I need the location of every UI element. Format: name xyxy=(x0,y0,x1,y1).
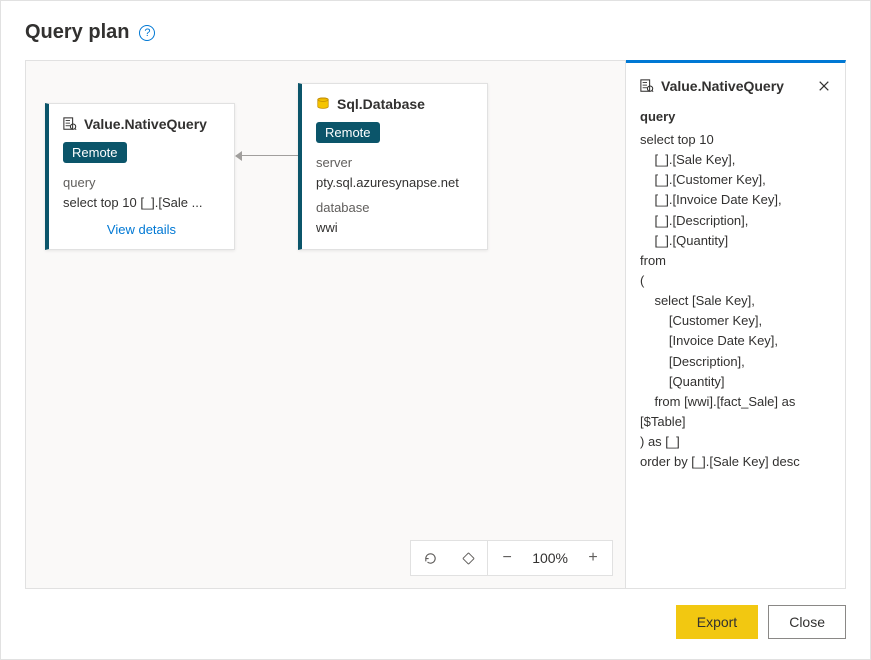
remote-badge: Remote xyxy=(63,142,127,163)
close-button[interactable]: Close xyxy=(768,605,846,639)
detail-header: Value.NativeQuery xyxy=(640,77,833,95)
query-value: select top 10 [_].[Sale ... xyxy=(63,193,220,213)
server-label: server xyxy=(316,153,473,173)
view-details-link[interactable]: View details xyxy=(63,222,220,237)
detail-query-text: select top 10 [_].[Sale Key], [_].[Custo… xyxy=(640,130,833,472)
node-title: Sql.Database xyxy=(316,96,473,112)
detail-title: Value.NativeQuery xyxy=(640,78,784,94)
dialog-footer: Export Close xyxy=(25,605,846,639)
node-title: Value.NativeQuery xyxy=(63,116,220,132)
reset-view-button[interactable] xyxy=(411,541,449,575)
node-field-database: database wwi xyxy=(316,198,473,237)
detail-section-label: query xyxy=(640,109,833,124)
detail-title-text: Value.NativeQuery xyxy=(661,78,784,94)
node-field-server: server pty.sql.azuresynapse.net xyxy=(316,153,473,192)
query-label: query xyxy=(63,173,220,193)
zoom-controls: − 100% + xyxy=(410,540,613,576)
close-detail-button[interactable] xyxy=(815,77,833,95)
node-field-query: query select top 10 [_].[Sale ... xyxy=(63,173,220,212)
dialog-header: Query plan ? xyxy=(25,21,846,44)
zoom-in-button[interactable]: + xyxy=(574,541,612,575)
main-area: Value.NativeQuery Remote query select to… xyxy=(25,60,846,589)
plan-canvas[interactable]: Value.NativeQuery Remote query select to… xyxy=(25,60,626,589)
node-title-text: Sql.Database xyxy=(337,96,425,112)
zoom-out-button[interactable]: − xyxy=(488,541,526,575)
node-value-nativequery[interactable]: Value.NativeQuery Remote query select to… xyxy=(45,103,235,250)
server-value: pty.sql.azuresynapse.net xyxy=(316,173,473,193)
database-label: database xyxy=(316,198,473,218)
export-button[interactable]: Export xyxy=(676,605,758,639)
fit-view-button[interactable] xyxy=(449,541,487,575)
node-sql-database[interactable]: Sql.Database Remote server pty.sql.azure… xyxy=(298,83,488,250)
node-title-text: Value.NativeQuery xyxy=(84,116,207,132)
database-value: wwi xyxy=(316,218,473,238)
help-icon[interactable]: ? xyxy=(139,25,155,41)
node-connector xyxy=(236,155,298,156)
query-icon xyxy=(640,79,654,93)
zoom-percent: 100% xyxy=(526,550,574,566)
remote-badge: Remote xyxy=(316,122,380,143)
dialog-title: Query plan xyxy=(25,21,129,44)
query-icon xyxy=(63,117,77,131)
detail-panel: Value.NativeQuery query select top 10 [_… xyxy=(626,60,846,589)
query-plan-dialog: Query plan ? Value.NativeQuery Remote qu… xyxy=(0,0,871,660)
database-icon xyxy=(316,97,330,111)
